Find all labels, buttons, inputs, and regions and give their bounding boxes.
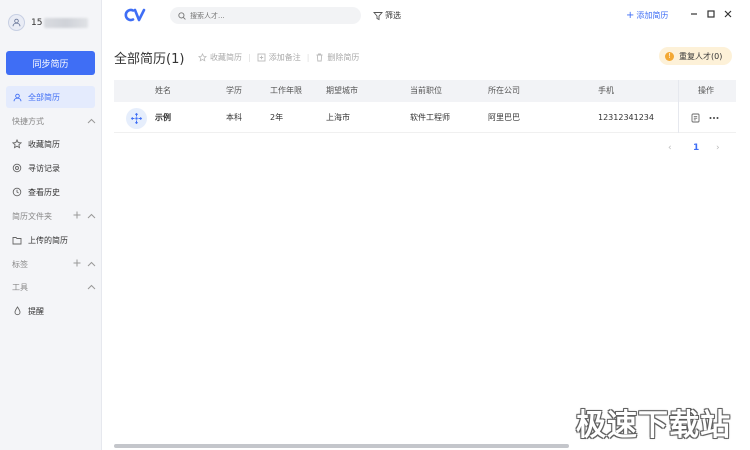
resume-avatar[interactable] (126, 108, 147, 129)
close-icon (724, 10, 732, 18)
warning-icon: ! (665, 51, 674, 61)
add-resume-label: 添加简历 (636, 11, 669, 20)
chevron-up-icon[interactable] (87, 283, 96, 292)
action-label: 添加备注 (268, 53, 301, 62)
column-header-years[interactable]: 工作年限 (270, 80, 302, 102)
cell-education: 本科 (226, 113, 242, 122)
note-icon (257, 53, 266, 62)
watermark: 极速下载站 (576, 408, 731, 443)
sidebar-item-reminder[interactable]: 提醒 (6, 300, 95, 322)
sidebar-item-label: 收藏简历 (28, 139, 60, 149)
section-title: 工具 (12, 282, 28, 292)
table-header: 姓名 学历 工作年限 期望城市 当前职位 所在公司 手机 操作 (114, 80, 736, 102)
sidebar-item-label: 提醒 (28, 306, 44, 316)
minimize-icon (691, 13, 697, 15)
cell-name[interactable]: 示例 (155, 103, 171, 133)
column-header-position[interactable]: 当前职位 (410, 80, 442, 102)
user-id: 15 (31, 17, 43, 28)
chevron-up-icon[interactable] (87, 117, 96, 126)
folder-icon (12, 235, 22, 245)
column-header-company[interactable]: 所在公司 (488, 80, 520, 102)
plus-icon[interactable] (73, 259, 81, 269)
section-title: 快捷方式 (12, 116, 44, 126)
sidebar-item-label: 上传的简历 (28, 235, 68, 245)
star-icon (12, 139, 22, 149)
trash-icon (316, 53, 323, 62)
avatar[interactable] (8, 14, 25, 31)
actions-column-divider (678, 80, 736, 133)
sidebar-item-label: 寻访记录 (28, 163, 60, 173)
user-id-masked (44, 17, 89, 28)
column-header-city[interactable]: 期望城市 (326, 80, 358, 102)
column-header-name[interactable]: 姓名 (155, 80, 171, 102)
filter-icon (373, 11, 383, 20)
maximize-button[interactable] (705, 8, 717, 20)
delete-resume-action[interactable]: 删除简历 (315, 52, 359, 63)
search-box[interactable] (170, 7, 361, 24)
sidebar-item-favorites[interactable]: 收藏简历 (6, 133, 95, 155)
sidebar-item-history[interactable]: 查看历史 (6, 181, 95, 203)
page-number-current[interactable]: 1 (693, 143, 699, 153)
column-header-phone[interactable]: 手机 (598, 80, 614, 102)
divider: | (248, 53, 251, 62)
plus-icon: + (626, 10, 635, 21)
section-folders[interactable]: 简历文件夹 (12, 209, 96, 223)
search-input[interactable] (190, 11, 350, 20)
sync-resume-button[interactable]: 同步简历 (6, 51, 95, 75)
section-title: 简历文件夹 (12, 211, 52, 221)
cell-position: 软件工程师 (410, 113, 450, 122)
minimize-button[interactable] (688, 8, 700, 20)
user-icon (12, 18, 21, 27)
search-icon (178, 11, 186, 20)
cell-years: 2年 (270, 113, 284, 122)
app-logo (124, 8, 146, 25)
add-resume-button[interactable]: + 添加简历 (626, 10, 668, 21)
favorite-resume-action[interactable]: 收藏简历 (198, 52, 242, 63)
next-page-button[interactable]: › (716, 143, 720, 153)
cell-company: 阿里巴巴 (488, 113, 520, 122)
cell-city: 上海市 (326, 113, 350, 122)
clock-icon (12, 187, 22, 197)
user-profile[interactable]: 15 (8, 14, 89, 31)
bulk-actions: 收藏简历 | 添加备注 | 删除简历 (198, 52, 359, 63)
filter-label: 筛选 (385, 11, 401, 20)
page-title: 全部简历(1) (114, 52, 185, 67)
cell-phone: 12312341234 (598, 113, 654, 122)
maximize-icon (707, 10, 715, 18)
visit-record-icon (12, 163, 22, 173)
sidebar-item-label: 查看历史 (28, 187, 60, 197)
section-shortcuts[interactable]: 快捷方式 (12, 114, 96, 128)
drop-icon (12, 306, 22, 316)
duplicate-label: 重复人才(0) (679, 51, 723, 61)
horizontal-scrollbar[interactable] (114, 444, 569, 448)
filter-button[interactable]: 筛选 (373, 10, 401, 21)
sidebar-item-uploaded-resumes[interactable]: 上传的简历 (6, 229, 95, 251)
action-label: 收藏简历 (210, 53, 242, 62)
user-icon (12, 92, 22, 102)
chevron-up-icon[interactable] (87, 260, 96, 269)
sidebar-item-all-resumes[interactable]: 全部简历 (6, 86, 95, 108)
duplicate-talents-button[interactable]: ! 重复人才(0) (659, 47, 732, 65)
action-label: 删除简历 (327, 53, 360, 62)
star-icon (198, 53, 207, 62)
sidebar-item-visit-records[interactable]: 寻访记录 (6, 157, 95, 179)
move-icon (130, 112, 143, 125)
close-button[interactable] (722, 8, 734, 20)
section-tools[interactable]: 工具 (12, 280, 96, 294)
plus-icon[interactable] (73, 211, 81, 221)
column-header-education[interactable]: 学历 (226, 80, 242, 102)
section-title: 标签 (12, 259, 28, 269)
section-tags[interactable]: 标签 (12, 257, 96, 271)
sidebar-item-label: 全部简历 (28, 92, 60, 102)
divider: | (306, 53, 310, 62)
add-note-action[interactable]: 添加备注 (257, 52, 301, 63)
chevron-up-icon[interactable] (87, 212, 96, 221)
sidebar: 15 同步简历 全部简历 快捷方式 收藏简历 寻访记录 查看历史 简历文件夹 上… (0, 0, 102, 450)
table-row[interactable]: 示例 本科 2年 上海市 软件工程师 阿里巴巴 12312341234 (114, 103, 736, 133)
prev-page-button[interactable]: ‹ (668, 143, 672, 153)
